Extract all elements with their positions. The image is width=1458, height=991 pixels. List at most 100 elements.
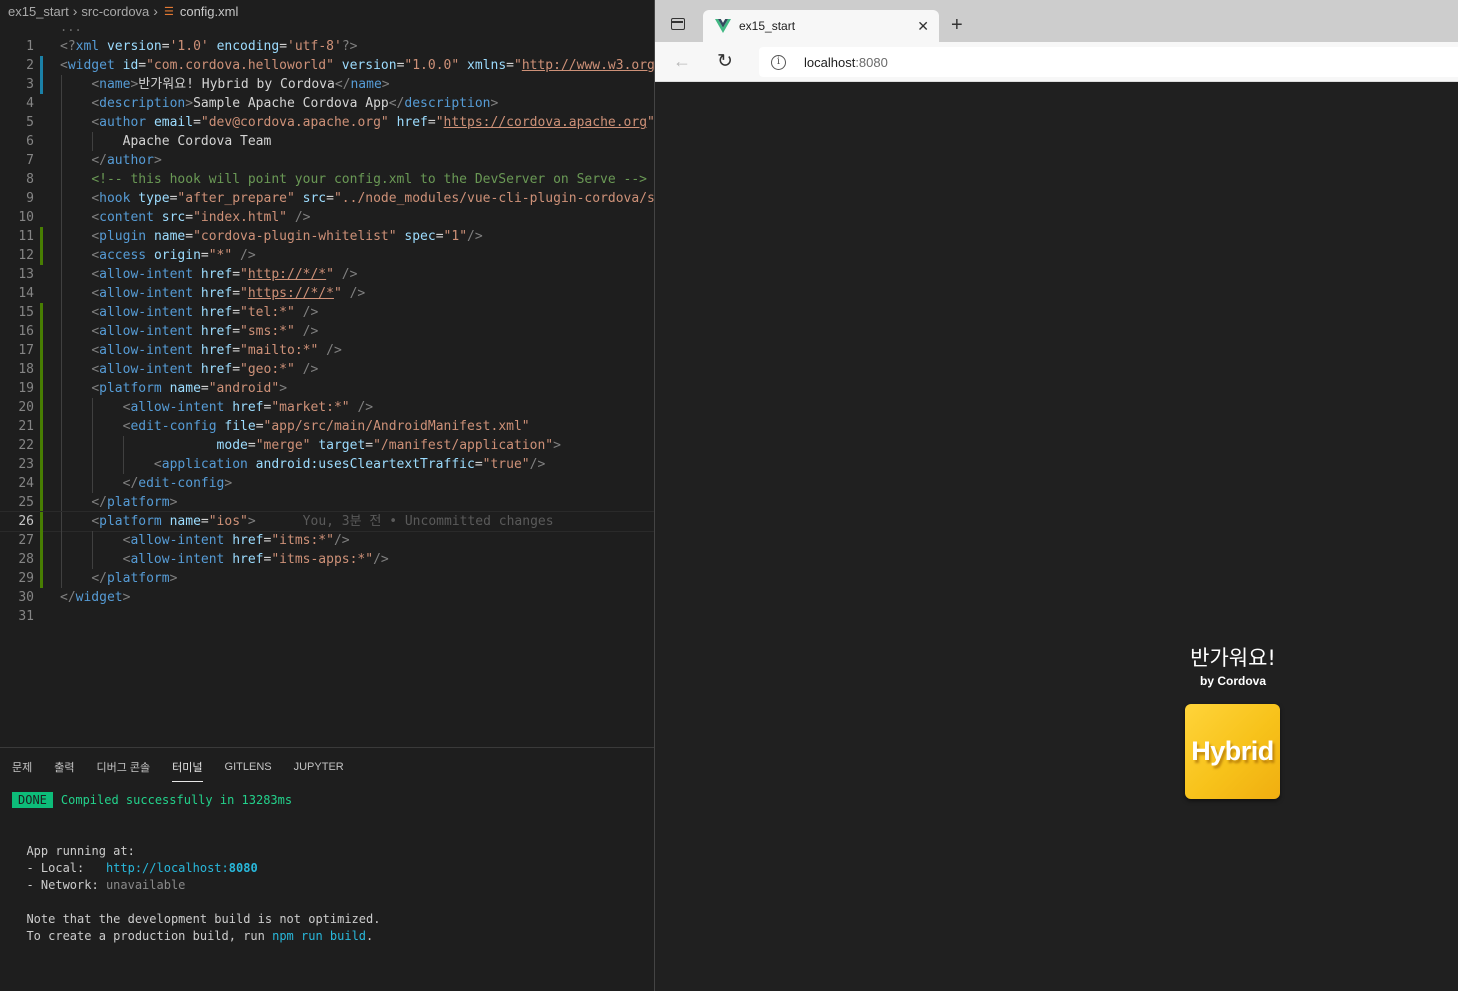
- code-line[interactable]: 23 <application android:usesCleartextTra…: [0, 455, 654, 474]
- git-change-marker[interactable]: [40, 550, 43, 569]
- tab-list-icon[interactable]: [671, 18, 685, 30]
- code-text: </widget>: [60, 590, 131, 605]
- code-line[interactable]: 17 <allow-intent href="mailto:*" />: [0, 341, 654, 360]
- tab-jupyter[interactable]: JUPYTER: [294, 753, 344, 779]
- back-arrow-icon[interactable]: ←: [673, 51, 691, 72]
- code-text: </platform>: [91, 495, 178, 510]
- breadcrumb: ex15_start › src-cordova › ☰ config.xml: [0, 0, 654, 22]
- line-number: 20: [18, 400, 34, 415]
- browser-tab[interactable]: ex15_start ✕: [703, 10, 939, 42]
- git-change-marker[interactable]: [40, 75, 43, 94]
- browser-toolbar: ← ↻ i localhost:8080: [655, 42, 1458, 82]
- done-badge: DONE: [12, 792, 53, 808]
- line-number: 15: [18, 305, 34, 320]
- breadcrumb-folder-ex15[interactable]: ex15_start: [8, 4, 69, 19]
- line-number: 2: [26, 58, 34, 73]
- bottom-panel: 문제 출력 디버그 콘솔 터미널 GITLENS JUPYTER DONE Com…: [0, 747, 654, 991]
- line-number: 1: [26, 39, 34, 54]
- tab-problems[interactable]: 문제: [12, 751, 32, 781]
- tab-gitlens[interactable]: GITLENS: [225, 753, 272, 779]
- code-line[interactable]: 30 </widget>: [0, 588, 654, 607]
- page-subheading: by Cordova: [1199, 674, 1266, 688]
- url-text[interactable]: localhost:8080: [804, 55, 888, 70]
- compiled-message: Compiled successfully in 13283ms: [60, 793, 293, 807]
- code-line[interactable]: 9 <hook type="after_prepare" src="../nod…: [0, 189, 654, 208]
- tab-terminal[interactable]: 터미널: [172, 751, 203, 782]
- code-line[interactable]: 5 <author email="dev@cordova.apache.org"…: [0, 113, 654, 132]
- code-text: <allow-intent href="itms-apps:*"/>: [122, 552, 389, 567]
- code-line[interactable]: 16 <allow-intent href="sms:*" />: [0, 322, 654, 341]
- code-line[interactable]: 19 <platform name="android">: [0, 379, 654, 398]
- line-number: 10: [18, 210, 34, 225]
- code-line[interactable]: 14 <allow-intent href="https://*/*" />: [0, 284, 654, 303]
- folded-ellipsis: ...: [60, 20, 82, 34]
- code-line[interactable]: 12 <access origin="*" />: [0, 246, 654, 265]
- reload-icon[interactable]: ↻: [717, 50, 733, 73]
- git-change-marker[interactable]: [40, 246, 43, 265]
- code-line[interactable]: 29 </platform>: [0, 569, 654, 588]
- git-change-marker[interactable]: [40, 360, 43, 379]
- plus-icon[interactable]: +: [951, 14, 963, 37]
- code-line[interactable]: 15 <allow-intent href="tel:*" />: [0, 303, 654, 322]
- code-line[interactable]: 13 <allow-intent href="http://*/*" />: [0, 265, 654, 284]
- address-bar[interactable]: i localhost:8080: [759, 47, 1458, 77]
- code-text: <author email="dev@cordova.apache.org" h…: [91, 115, 654, 130]
- code-line[interactable]: 26 <platform name="ios"> You, 3분 전 • Unc…: [0, 511, 654, 532]
- code-line[interactable]: 8 <!-- this hook will point your config.…: [0, 170, 654, 189]
- git-change-marker[interactable]: [40, 398, 43, 417]
- code-text: <allow-intent href="tel:*" />: [91, 305, 319, 320]
- line-number: 11: [18, 229, 34, 244]
- code-line[interactable]: 4 <description>Sample Apache Cordova App…: [0, 94, 654, 113]
- terminal-line: - Local: http://localhost:8080: [26, 861, 258, 875]
- info-icon[interactable]: i: [771, 54, 786, 70]
- code-line[interactable]: 1 <?xml version='1.0' encoding='utf-8'?>: [0, 37, 654, 56]
- code-line[interactable]: 6 Apache Cordova Team: [0, 132, 654, 151]
- git-change-marker[interactable]: [40, 531, 43, 550]
- code-line[interactable]: 22 mode="merge" target="/manifest/applic…: [0, 436, 654, 455]
- code-line[interactable]: 20 <allow-intent href="market:*" />: [0, 398, 654, 417]
- line-number: 8: [26, 172, 34, 187]
- code-text: <access origin="*" />: [91, 248, 256, 263]
- code-line[interactable]: 24 </edit-config>: [0, 474, 654, 493]
- code-line[interactable]: 21 <edit-config file="app/src/main/Andro…: [0, 417, 654, 436]
- git-change-marker[interactable]: [40, 512, 43, 531]
- breadcrumb-file[interactable]: config.xml: [180, 4, 239, 19]
- git-change-marker[interactable]: [40, 417, 43, 436]
- code-line[interactable]: 31: [0, 607, 654, 626]
- git-change-marker[interactable]: [40, 227, 43, 246]
- git-change-marker[interactable]: [40, 341, 43, 360]
- code-text: <allow-intent href="mailto:*" />: [91, 343, 342, 358]
- line-number: 12: [18, 248, 34, 263]
- code-editor[interactable]: ex15_start › src-cordova › ☰ config.xml …: [0, 0, 654, 991]
- git-change-marker[interactable]: [40, 379, 43, 398]
- git-change-marker[interactable]: [40, 493, 43, 512]
- code-line[interactable]: 7 </author>: [0, 151, 654, 170]
- git-change-marker[interactable]: [40, 569, 43, 588]
- code-line[interactable]: 2 <widget id="com.cordova.helloworld" ver…: [0, 56, 654, 75]
- tab-debug-console[interactable]: 디버그 콘솔: [97, 751, 151, 781]
- code-area[interactable]: 1 <?xml version='1.0' encoding='utf-8'?> 2…: [0, 37, 654, 626]
- git-change-marker[interactable]: [40, 474, 43, 493]
- terminal-output[interactable]: DONE Compiled successfully in 13283ms App…: [12, 792, 380, 945]
- git-change-marker[interactable]: [40, 436, 43, 455]
- code-line[interactable]: 25 </platform>: [0, 493, 654, 512]
- git-change-marker[interactable]: [40, 56, 43, 75]
- code-line[interactable]: 11 <plugin name="cordova-plugin-whitelis…: [0, 227, 654, 246]
- breadcrumb-folder-src-cordova[interactable]: src-cordova: [81, 4, 149, 19]
- git-change-marker[interactable]: [40, 455, 43, 474]
- close-icon[interactable]: ✕: [917, 18, 929, 35]
- line-number: 21: [18, 419, 34, 434]
- code-text: <allow-intent href="https://*/*" />: [91, 286, 366, 301]
- code-line[interactable]: 3 <name>반가워요! Hybrid by Cordova</name>: [0, 75, 654, 94]
- line-number: 23: [18, 457, 34, 472]
- line-number: 27: [18, 533, 34, 548]
- code-line[interactable]: 10 <content src="index.html" />: [0, 208, 654, 227]
- code-line[interactable]: 27 <allow-intent href="itms:*"/>: [0, 531, 654, 550]
- git-change-marker[interactable]: [40, 322, 43, 341]
- code-line[interactable]: 28 <allow-intent href="itms-apps:*"/>: [0, 550, 654, 569]
- tab-output[interactable]: 출력: [54, 751, 74, 781]
- local-url-link[interactable]: http://localhost:8080: [106, 861, 258, 875]
- code-line[interactable]: 18 <allow-intent href="geo:*" />: [0, 360, 654, 379]
- git-change-marker[interactable]: [40, 303, 43, 322]
- line-number: 6: [26, 134, 34, 149]
